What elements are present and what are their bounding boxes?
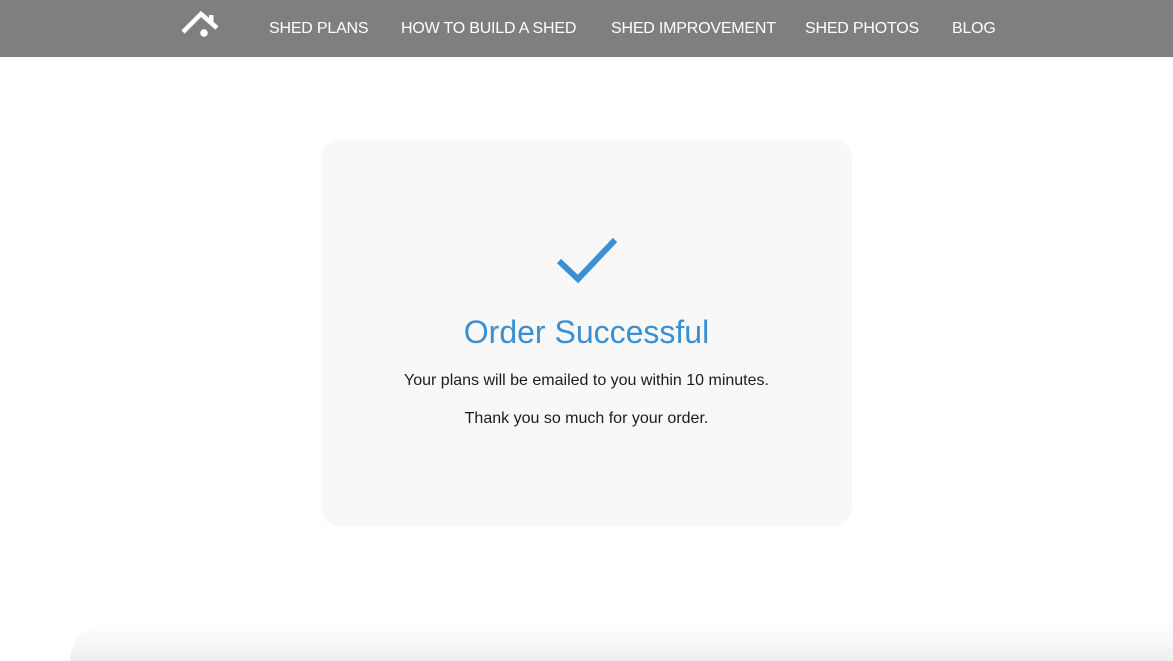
email-notice-text: Your plans will be emailed to you within… <box>404 372 769 389</box>
footer-shadow <box>70 621 1173 661</box>
order-confirmation-card: Order Successful Your plans will be emai… <box>321 140 852 526</box>
thank-you-text: Thank you so much for your order. <box>464 410 709 427</box>
top-navigation-bar: SHED PLANS HOW TO BUILD A SHED SHED IMPR… <box>0 0 1173 57</box>
nav-shed-improvement[interactable]: SHED IMPROVEMENT <box>611 0 776 57</box>
order-status-title: Order Successful <box>463 314 710 350</box>
nav-blog[interactable]: BLOG <box>952 0 996 57</box>
nav-shed-photos[interactable]: SHED PHOTOS <box>805 0 919 57</box>
nav-how-to-build-a-shed[interactable]: HOW TO BUILD A SHED <box>401 0 576 57</box>
checkmark-icon <box>557 237 618 284</box>
house-roof-icon[interactable] <box>181 10 221 38</box>
nav-shed-plans[interactable]: SHED PLANS <box>269 0 369 57</box>
